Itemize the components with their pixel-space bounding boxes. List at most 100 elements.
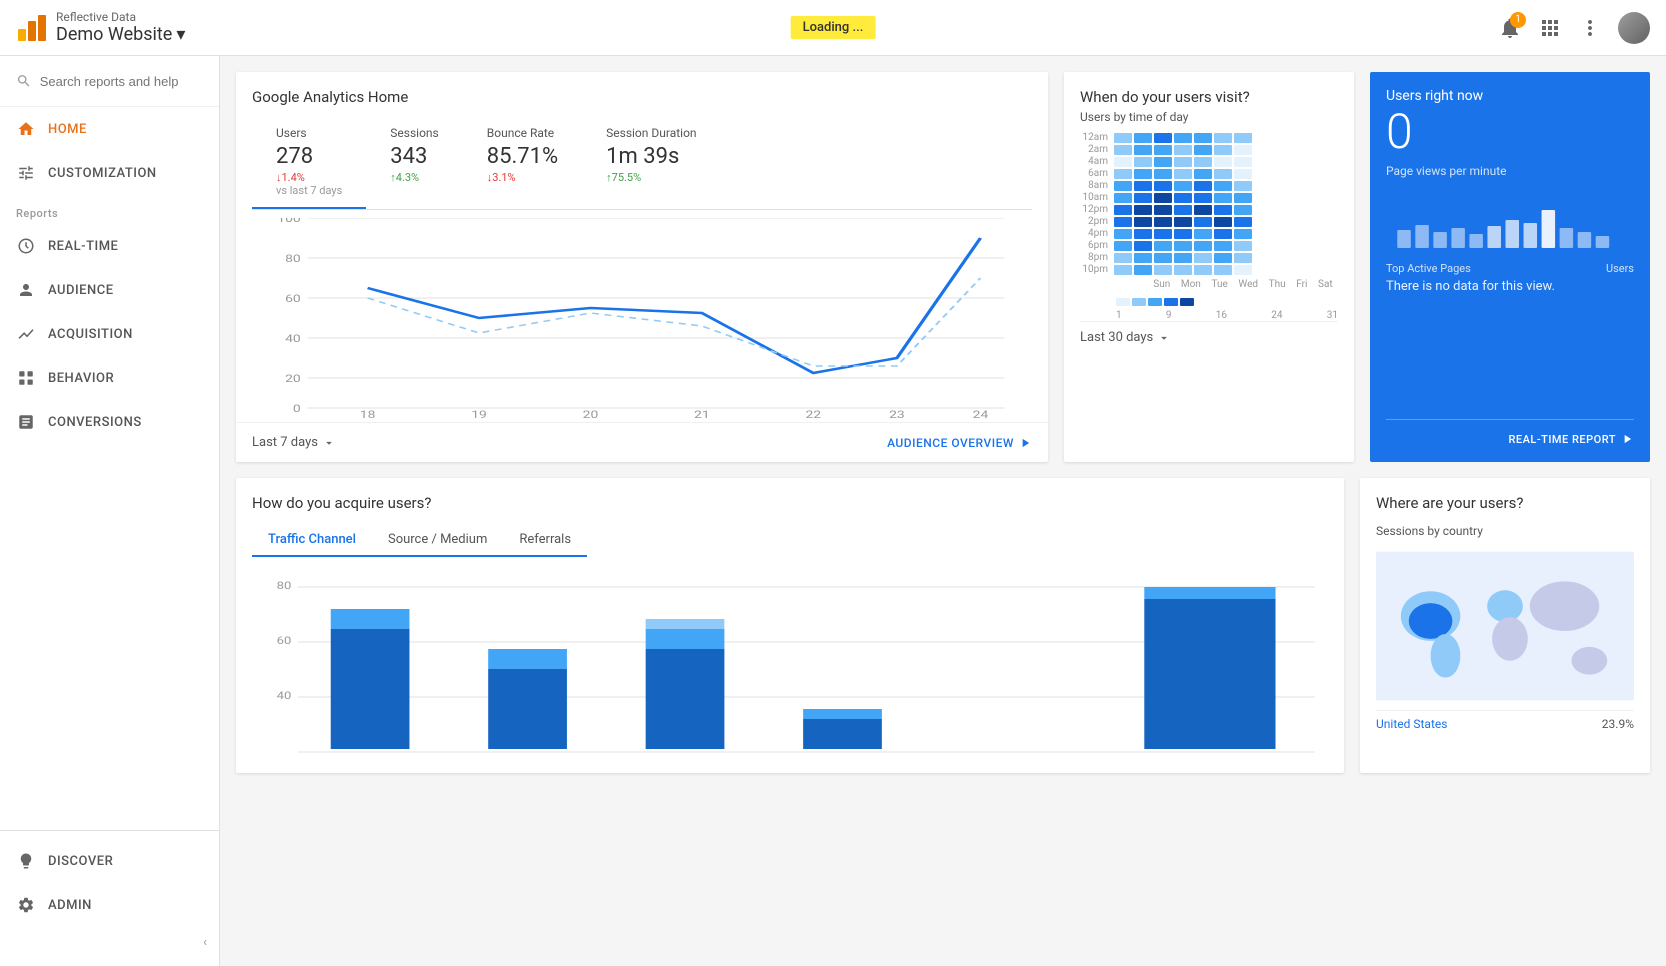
heatmap-days: Sun Mon Tue Wed Thu Fri Sat <box>1080 279 1338 290</box>
sidebar-collapse-button[interactable]: ‹ <box>0 927 219 958</box>
heatmap-row: 4pm <box>1080 228 1338 239</box>
heatmap-cell <box>1214 241 1232 251</box>
tab-referrals[interactable]: Referrals <box>503 524 587 555</box>
dropdown-arrow-icon[interactable]: ▾ <box>176 24 185 45</box>
heatmap-cell <box>1174 193 1192 203</box>
visit-dropdown-icon <box>1157 331 1171 345</box>
search-box[interactable] <box>0 56 219 107</box>
bar-chart-area: 80 60 40 <box>236 557 1344 773</box>
user-avatar[interactable] <box>1618 12 1650 44</box>
heatmap-cell <box>1214 205 1232 215</box>
heatmap-cell <box>1114 217 1132 227</box>
realtime-no-data: There is no data for this view. <box>1386 279 1634 294</box>
heatmap-cell <box>1214 133 1232 143</box>
search-input[interactable] <box>40 74 203 89</box>
heatmap-cell <box>1154 145 1172 155</box>
sidebar-item-audience[interactable]: AUDIENCE <box>0 268 219 312</box>
line-chart: 100 80 60 40 20 0 18 Jul 19 20 21 22 23 <box>252 218 1032 418</box>
heatmap-cell <box>1154 205 1172 215</box>
acquire-tabs: Traffic Channel Source / Medium Referral… <box>252 524 587 557</box>
heatmap-cell <box>1234 181 1252 191</box>
heatmap-cell <box>1114 181 1132 191</box>
date-range-button[interactable]: Last 7 days <box>252 435 336 450</box>
sidebar-item-admin[interactable]: ADMIN <box>0 883 219 927</box>
heatmap-cell <box>1154 217 1172 227</box>
metric-bounce-tab[interactable]: Bounce Rate 85.71% ↓3.1% <box>463 118 582 209</box>
realtime-icon <box>16 236 36 256</box>
heatmap-cell <box>1234 217 1252 227</box>
top-row: Google Analytics Home Users 278 ↓1.4% vs… <box>236 72 1650 462</box>
users-visit-card: When do your users visit? Users by time … <box>1064 72 1354 462</box>
svg-text:40: 40 <box>277 690 292 702</box>
more-vert-icon[interactable] <box>1578 16 1602 40</box>
heatmap-cell <box>1174 145 1192 155</box>
realtime-arrow-icon <box>1620 432 1634 446</box>
metric-bounce-label: Bounce Rate <box>487 126 558 140</box>
heatmap-cell <box>1114 205 1132 215</box>
sidebar-item-behavior[interactable]: BEHAVIOR <box>0 356 219 400</box>
heatmap-cell <box>1194 205 1212 215</box>
logo-icon <box>16 11 48 43</box>
heatmap-row: 8pm <box>1080 252 1338 263</box>
world-map <box>1376 546 1634 706</box>
sidebar-item-home[interactable]: HOME <box>0 107 219 151</box>
sidebar-item-realtime[interactable]: REAL-TIME <box>0 224 219 268</box>
tab-traffic-channel[interactable]: Traffic Channel <box>252 524 372 557</box>
acquire-title: How do you acquire users? <box>252 494 1328 512</box>
sidebar-item-conversions[interactable]: CONVERSIONS <box>0 400 219 444</box>
topbar: Reflective Data Demo Website ▾ Loading .… <box>0 0 1666 56</box>
heatmap-row: 6am <box>1080 168 1338 179</box>
heatmap-cell <box>1214 229 1232 239</box>
main-content: Google Analytics Home Users 278 ↓1.4% vs… <box>220 56 1666 966</box>
reports-section-label: Reports <box>0 195 219 224</box>
chart-footer: Last 7 days AUDIENCE OVERVIEW <box>236 422 1048 462</box>
search-icon <box>16 72 32 90</box>
discover-icon <box>16 851 36 871</box>
metric-duration-value: 1m 39s <box>606 144 696 169</box>
tab-source-medium[interactable]: Source / Medium <box>372 524 503 555</box>
heatmap-cell <box>1194 193 1212 203</box>
sidebar-item-acquisition[interactable]: ACQUISITION <box>0 312 219 356</box>
notification-count: 1 <box>1510 12 1526 28</box>
metric-duration-tab[interactable]: Session Duration 1m 39s ↑75.5% <box>582 118 720 209</box>
heatmap-cell <box>1134 229 1152 239</box>
heatmap-cell <box>1214 265 1232 275</box>
apps-grid-icon[interactable] <box>1538 16 1562 40</box>
sessions-title: Sessions by country <box>1376 524 1634 538</box>
svg-text:40: 40 <box>285 333 301 345</box>
sidebar: HOME CUSTOMIZATION Reports REAL-TIME AU <box>0 56 220 966</box>
heatmap-cell <box>1234 205 1252 215</box>
metric-users-tab[interactable]: Users 278 ↓1.4% vs last 7 days <box>252 118 366 209</box>
heatmap-cell <box>1114 265 1132 275</box>
users-visit-title: When do your users visit? <box>1080 88 1338 106</box>
heatmap-cell <box>1134 133 1152 143</box>
svg-text:100: 100 <box>277 218 301 224</box>
metric-users-change: ↓1.4% <box>276 171 342 184</box>
heatmap-cell <box>1194 145 1212 155</box>
heatmap-cell <box>1134 181 1152 191</box>
sidebar-item-discover[interactable]: DISCOVER <box>0 839 219 883</box>
realtime-footer-link[interactable]: REAL-TIME REPORT <box>1386 419 1634 446</box>
metric-bounce-value: 85.71% <box>487 144 558 169</box>
metric-bounce-change: ↓3.1% <box>487 171 558 184</box>
visit-footer: Last 30 days <box>1080 321 1338 345</box>
site-title[interactable]: Demo Website ▾ <box>56 24 185 45</box>
svg-text:18: 18 <box>360 409 376 418</box>
heatmap-cell <box>1174 133 1192 143</box>
heatmap-cell <box>1234 145 1252 155</box>
heatmap-cell <box>1194 133 1212 143</box>
metric-duration-change: ↑75.5% <box>606 171 696 184</box>
heatmap-cell <box>1194 217 1212 227</box>
heatmap-grid: 12am2am4am6am8am10am12pm2pm4pm6pm8pm10pm <box>1080 132 1338 275</box>
visit-date-range-button[interactable]: Last 30 days <box>1080 330 1171 345</box>
sidebar-item-customization[interactable]: CUSTOMIZATION <box>0 151 219 195</box>
svg-text:19: 19 <box>471 409 487 418</box>
notification-bell[interactable]: 1 <box>1498 16 1522 40</box>
metric-sessions-tab[interactable]: Sessions 343 ↑4.3% <box>366 118 462 209</box>
audience-overview-link[interactable]: AUDIENCE OVERVIEW <box>887 436 1032 450</box>
svg-text:80: 80 <box>277 580 292 592</box>
customization-icon <box>16 163 36 183</box>
country-name[interactable]: United States <box>1376 717 1447 731</box>
sidebar-bottom: DISCOVER ADMIN ‹ <box>0 830 219 966</box>
heatmap-cell <box>1154 133 1172 143</box>
